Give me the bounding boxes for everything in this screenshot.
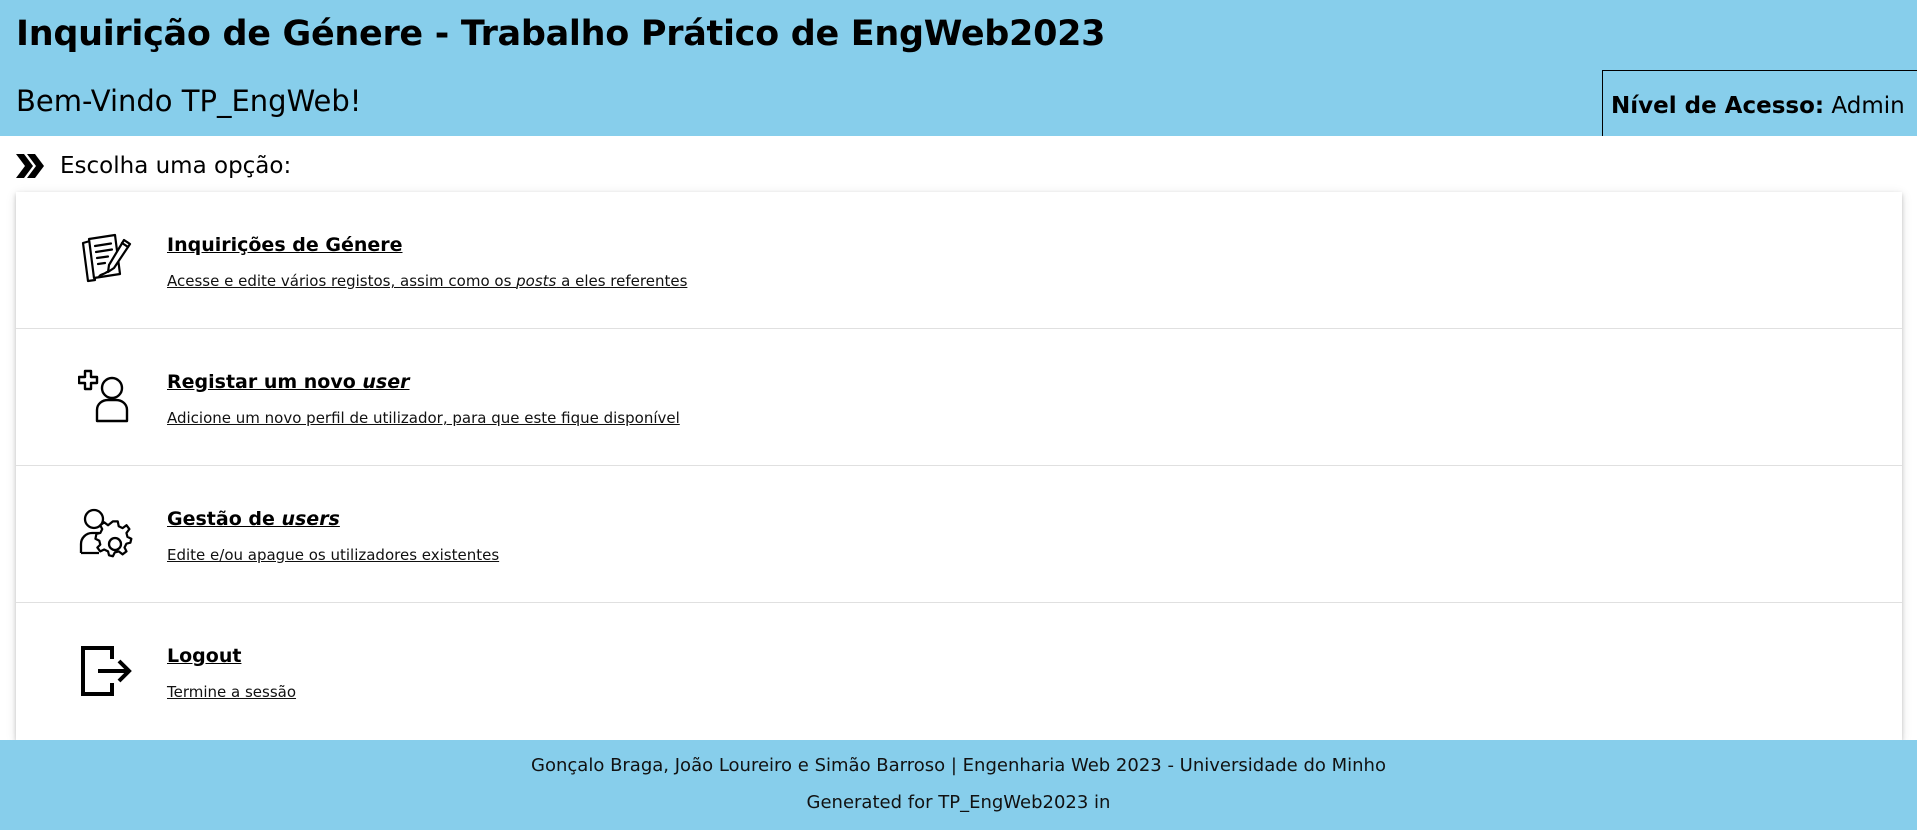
option-title-text: Logout bbox=[167, 645, 242, 667]
option-prompt: Escolha uma opção: bbox=[14, 146, 291, 186]
option-desc-text-after: a eles referentes bbox=[556, 272, 688, 290]
option-title[interactable]: Gestão de users bbox=[167, 508, 340, 530]
option-description[interactable]: Termine a sessão bbox=[167, 683, 296, 701]
option-description[interactable]: Acesse e edite vários registos, assim co… bbox=[167, 272, 687, 290]
page-footer: Gonçalo Braga, João Loureiro e Simão Bar… bbox=[0, 740, 1917, 830]
double-chevron-right-icon bbox=[16, 154, 44, 178]
option-title-emphasis: user bbox=[362, 371, 410, 393]
footer-credits: Gonçalo Braga, João Loureiro e Simão Bar… bbox=[531, 755, 1386, 776]
add-user-icon bbox=[78, 369, 129, 423]
option-title[interactable]: Inquirições de Génere bbox=[167, 234, 403, 256]
access-level-label: Nível de Acesso: bbox=[1611, 93, 1825, 119]
option-desc-text: Termine a sessão bbox=[167, 683, 297, 701]
access-level-value: Admin bbox=[1831, 93, 1905, 119]
option-title-emphasis: users bbox=[281, 508, 340, 530]
options-list: Inquirições de Génere Acesse e edite vár… bbox=[16, 192, 1902, 740]
option-manage-users[interactable]: Gestão de users Edite e/ou apague os uti… bbox=[16, 466, 1902, 603]
option-description[interactable]: Edite e/ou apague os utilizadores existe… bbox=[167, 546, 499, 564]
option-desc-text: Acesse e edite vários registos, assim co… bbox=[167, 272, 517, 290]
logout-icon bbox=[81, 646, 132, 696]
page-header: Inquirição de Génere - Trabalho Prático … bbox=[0, 0, 1917, 136]
option-inquiricoes[interactable]: Inquirições de Génere Acesse e edite vár… bbox=[16, 192, 1902, 329]
option-desc-text: Adicione um novo perfil de utilizador, p… bbox=[167, 409, 680, 427]
footer-generated: Generated for TP_EngWeb2023 in bbox=[806, 792, 1111, 813]
access-level-box: Nível de Acesso: Admin bbox=[1602, 70, 1917, 136]
user-settings-icon bbox=[79, 508, 133, 558]
option-register-user[interactable]: Registar um novo user Adicione um novo p… bbox=[16, 329, 1902, 466]
option-logout[interactable]: Logout Termine a sessão bbox=[16, 603, 1902, 740]
option-title-text: Inquirições de Génere bbox=[167, 234, 403, 256]
access-level: Nível de Acesso: Admin bbox=[1611, 93, 1905, 119]
option-title[interactable]: Logout bbox=[167, 645, 241, 667]
option-description[interactable]: Adicione um novo perfil de utilizador, p… bbox=[167, 409, 680, 427]
option-title-text: Gestão de bbox=[167, 508, 282, 530]
option-desc-emphasis: posts bbox=[516, 272, 557, 290]
prompt-label: Escolha uma opção: bbox=[60, 153, 292, 179]
document-edit-icon bbox=[81, 233, 132, 283]
option-desc-text: Edite e/ou apague os utilizadores existe… bbox=[167, 546, 500, 564]
option-title-text: Registar um novo bbox=[167, 371, 363, 393]
option-title[interactable]: Registar um novo user bbox=[167, 371, 410, 393]
welcome-message: Bem-Vindo TP_EngWeb! bbox=[16, 84, 362, 118]
page-title: Inquirição de Génere - Trabalho Prático … bbox=[16, 14, 1106, 54]
